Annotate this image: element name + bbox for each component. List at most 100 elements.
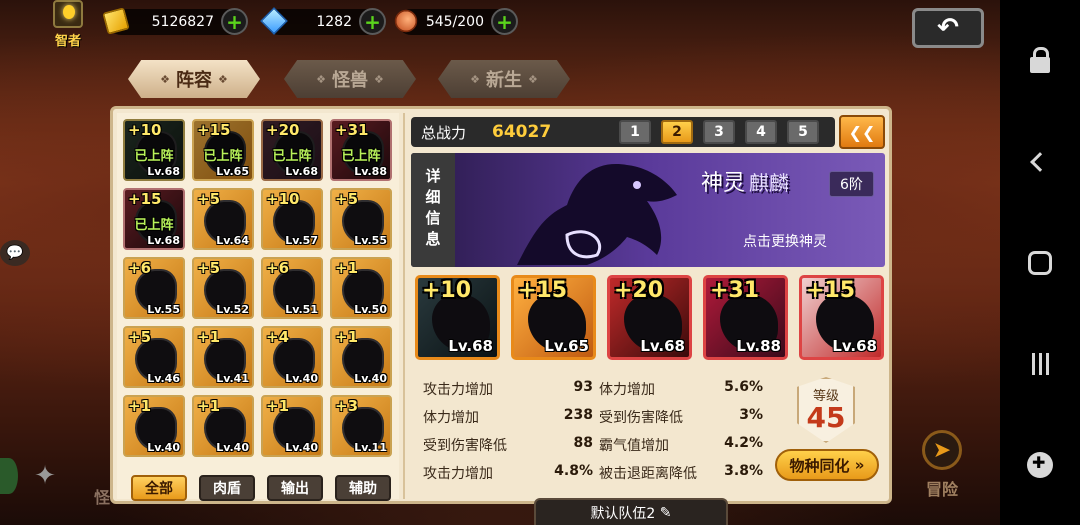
change-spirit-hint[interactable]: 点击更换神灵	[743, 231, 827, 251]
monster-card[interactable]: +3 Lv.11	[330, 395, 392, 457]
top-bar: 智者 5126827 + 1282 + 545/200 + ↶	[0, 0, 1000, 49]
monster-card[interactable]: +10 Lv.57	[261, 188, 323, 250]
slot-level: Lv.88	[736, 337, 781, 355]
details-tab[interactable]: 详细信息	[411, 153, 455, 267]
gem-value: 1282	[316, 14, 352, 30]
lightbulb-icon	[53, 0, 83, 28]
monster-level: Lv.51	[285, 303, 318, 316]
monster-card[interactable]: +1 Lv.40	[123, 395, 185, 457]
team-page-1[interactable]: 1	[619, 120, 651, 144]
recents-nav-icon[interactable]	[1020, 344, 1060, 384]
spirit-rank-badge: 6阶	[829, 171, 874, 197]
stat-label: 被击退距离降低	[599, 466, 697, 482]
left-side-buttons: 💬	[0, 240, 30, 280]
shuriken-icon[interactable]: ✦	[28, 459, 62, 493]
species-assimilation-button[interactable]: 物种同化 »	[775, 449, 879, 481]
monster-card[interactable]: +31 已上阵 Lv.88	[330, 119, 392, 181]
home-nav-icon[interactable]	[1020, 243, 1060, 283]
stat-label: 体力增加	[599, 382, 655, 398]
monster-card[interactable]: +5 Lv.64	[192, 188, 254, 250]
tab-lineup-label: 阵容	[176, 70, 212, 91]
lock-icon[interactable]	[1020, 41, 1060, 81]
ornament-icon: ❖	[316, 72, 326, 86]
team-page-2[interactable]: 2	[661, 120, 693, 144]
team-page-3[interactable]: 3	[703, 120, 735, 144]
power-bar: 总战力 64027 12345	[411, 117, 835, 147]
monster-plus-level: +1	[266, 397, 290, 415]
add-gold-button[interactable]: +	[221, 8, 248, 35]
monster-card[interactable]: +10 已上阵 Lv.68	[123, 119, 185, 181]
bottom-left-dock: ✦ 怪	[0, 458, 110, 507]
monster-card[interactable]: +15 已上阵 Lv.65	[192, 119, 254, 181]
monster-card[interactable]: +5 Lv.46	[123, 326, 185, 388]
green-orb-icon[interactable]	[0, 458, 18, 494]
compass-icon: ➤	[922, 430, 962, 470]
level-value: 45	[806, 401, 846, 434]
team-slot[interactable]: +15 Lv.65	[511, 275, 596, 360]
monster-plus-level: +31	[335, 121, 369, 139]
monster-card[interactable]: +6 Lv.51	[261, 257, 323, 319]
power-value: 64027	[492, 122, 552, 142]
stat-row: 攻击力增加 4.8%	[423, 463, 593, 483]
team-slot[interactable]: +31 Lv.88	[703, 275, 788, 360]
adventure-label: 冒险	[925, 480, 958, 499]
monster-card[interactable]: +5 Lv.52	[192, 257, 254, 319]
spirit-card[interactable]: 详细信息 神灵 麒麟 6阶 点击更换神灵	[411, 153, 885, 267]
pencil-icon: ✎	[655, 504, 672, 521]
monster-level: Lv.88	[354, 165, 387, 178]
tab-lineup[interactable]: ❖ 阵容 ❖	[128, 60, 260, 98]
filter-dps-button[interactable]: 输出	[267, 475, 323, 501]
monster-card[interactable]: +5 Lv.55	[330, 188, 392, 250]
team-slots: +10 Lv.68 +15 Lv.65 +20 Lv.68 +31 Lv.88 +15 Lv.68	[415, 275, 884, 360]
team-page-5[interactable]: 5	[787, 120, 819, 144]
add-stamina-button[interactable]: +	[491, 8, 518, 35]
filter-tank-button[interactable]: 肉盾	[199, 475, 255, 501]
monster-plus-level: +1	[335, 259, 359, 277]
stat-value: 93	[573, 379, 593, 395]
stat-value: 3%	[739, 407, 763, 423]
monster-card[interactable]: +1 Lv.41	[192, 326, 254, 388]
team-slot[interactable]: +20 Lv.68	[607, 275, 692, 360]
sage-button[interactable]: 智者	[46, 0, 90, 49]
stat-label: 受到伤害降低	[599, 410, 683, 426]
collapse-button[interactable]: ❮❮	[839, 115, 885, 149]
tab-monsters[interactable]: ❖ 怪兽 ❖	[284, 60, 416, 98]
on-team-label: 已上阵	[134, 218, 174, 233]
add-gems-button[interactable]: +	[359, 8, 386, 35]
monster-card[interactable]: +6 Lv.55	[123, 257, 185, 319]
slot-plus-level: +31	[710, 278, 760, 303]
stats-table: 攻击力增加 93 体力增加 5.6% 体力增加 238 受到伤害降低 3% 受到伤害降低 88 霸气…	[411, 373, 769, 493]
monster-card[interactable]: +20 已上阵 Lv.68	[261, 119, 323, 181]
monster-card[interactable]: +1 Lv.40	[330, 326, 392, 388]
chat-icon[interactable]: 💬	[0, 240, 30, 266]
monster-card[interactable]: +1 Lv.40	[192, 395, 254, 457]
monster-level: Lv.40	[285, 441, 318, 454]
back-button[interactable]: ↶	[912, 8, 984, 48]
team-name-tag[interactable]: 默认队伍2 ✎	[534, 498, 728, 525]
team-page-4[interactable]: 4	[745, 120, 777, 144]
monster-level: Lv.55	[354, 234, 387, 247]
team-slot[interactable]: +15 Lv.68	[799, 275, 884, 360]
sage-label: 智者	[54, 34, 81, 49]
monster-plus-level: +15	[197, 121, 231, 139]
monster-card[interactable]: +4 Lv.40	[261, 326, 323, 388]
monster-level: Lv.68	[285, 165, 318, 178]
monster-card[interactable]: +1 Lv.50	[330, 257, 392, 319]
level-shield: 等级 45	[797, 377, 855, 443]
back-nav-icon[interactable]	[1020, 142, 1060, 182]
gamepad-icon[interactable]	[1020, 445, 1060, 485]
slot-plus-level: +15	[806, 278, 856, 303]
filter-support-button[interactable]: 辅助	[335, 475, 391, 501]
filter-all-button[interactable]: 全部	[131, 475, 187, 501]
slot-plus-level: +15	[518, 278, 568, 303]
tab-rebirth[interactable]: ❖ 新生 ❖	[438, 60, 570, 98]
monster-card[interactable]: +1 Lv.40	[261, 395, 323, 457]
on-team-label: 已上阵	[203, 149, 243, 164]
adventure-button[interactable]: ➤ 冒险	[914, 430, 970, 500]
monster-level: Lv.46	[147, 372, 180, 385]
monster-plus-level: +5	[335, 190, 359, 208]
monster-card[interactable]: +15 已上阵 Lv.68	[123, 188, 185, 250]
team-slot[interactable]: +10 Lv.68	[415, 275, 500, 360]
monster-plus-level: +5	[197, 190, 221, 208]
monster-grid: +10 已上阵 Lv.68 +15 已上阵 Lv.65 +20 已上阵 Lv.68 +31 已上阵 L…	[123, 119, 392, 457]
